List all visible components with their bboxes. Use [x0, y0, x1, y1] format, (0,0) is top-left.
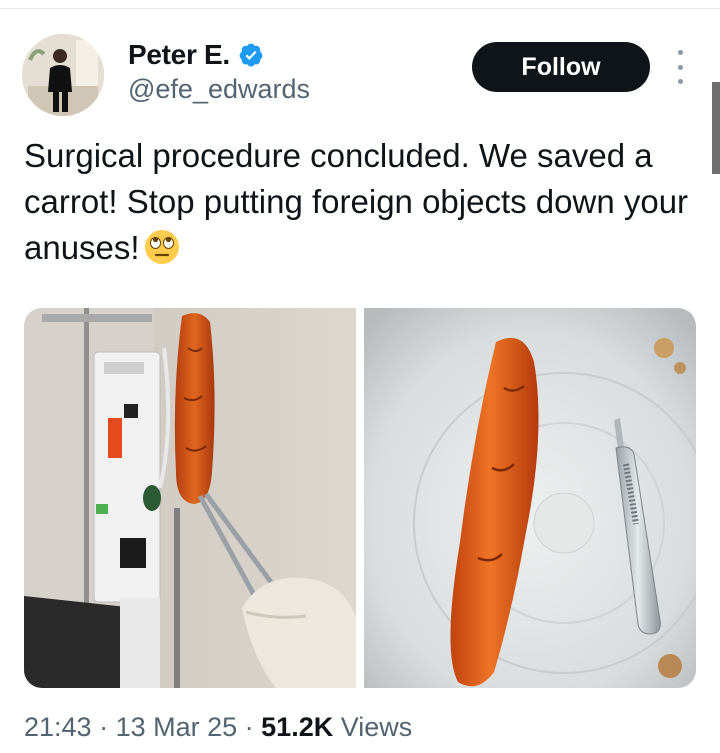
tweet-body: Surgical procedure concluded. We saved a…	[24, 137, 689, 266]
avatar[interactable]	[22, 34, 104, 116]
tweet-text: Surgical procedure concluded. We saved a…	[24, 133, 704, 271]
tweet-date[interactable]: 13 Mar 25	[116, 712, 238, 742]
follow-button[interactable]: Follow	[472, 42, 650, 92]
face-with-rolling-eyes-icon	[144, 230, 179, 264]
author-name[interactable]: Peter E.	[128, 39, 230, 71]
tweet-meta: 21:43 · 13 Mar 25 · 51.2K Views	[24, 712, 412, 743]
separator-dot: ·	[91, 712, 116, 742]
avatar-image	[22, 34, 104, 116]
views-count[interactable]: 51.2K	[261, 712, 333, 742]
views-label[interactable]: Views	[333, 712, 413, 742]
top-divider	[0, 8, 720, 9]
tweet-media[interactable]	[24, 308, 696, 688]
scrollbar-thumb[interactable]	[712, 82, 720, 174]
photo-carrot-held-with-forceps[interactable]	[24, 308, 356, 688]
tweet-time[interactable]: 21:43	[24, 712, 92, 742]
photo-carrot-and-scalpel[interactable]	[364, 308, 696, 688]
separator-dot: ·	[237, 712, 262, 742]
author-handle[interactable]: @efe_edwards	[128, 74, 310, 105]
verified-badge-icon	[239, 43, 263, 67]
author-name-row[interactable]: Peter E.	[128, 37, 264, 73]
more-vertical-icon[interactable]	[670, 50, 690, 84]
